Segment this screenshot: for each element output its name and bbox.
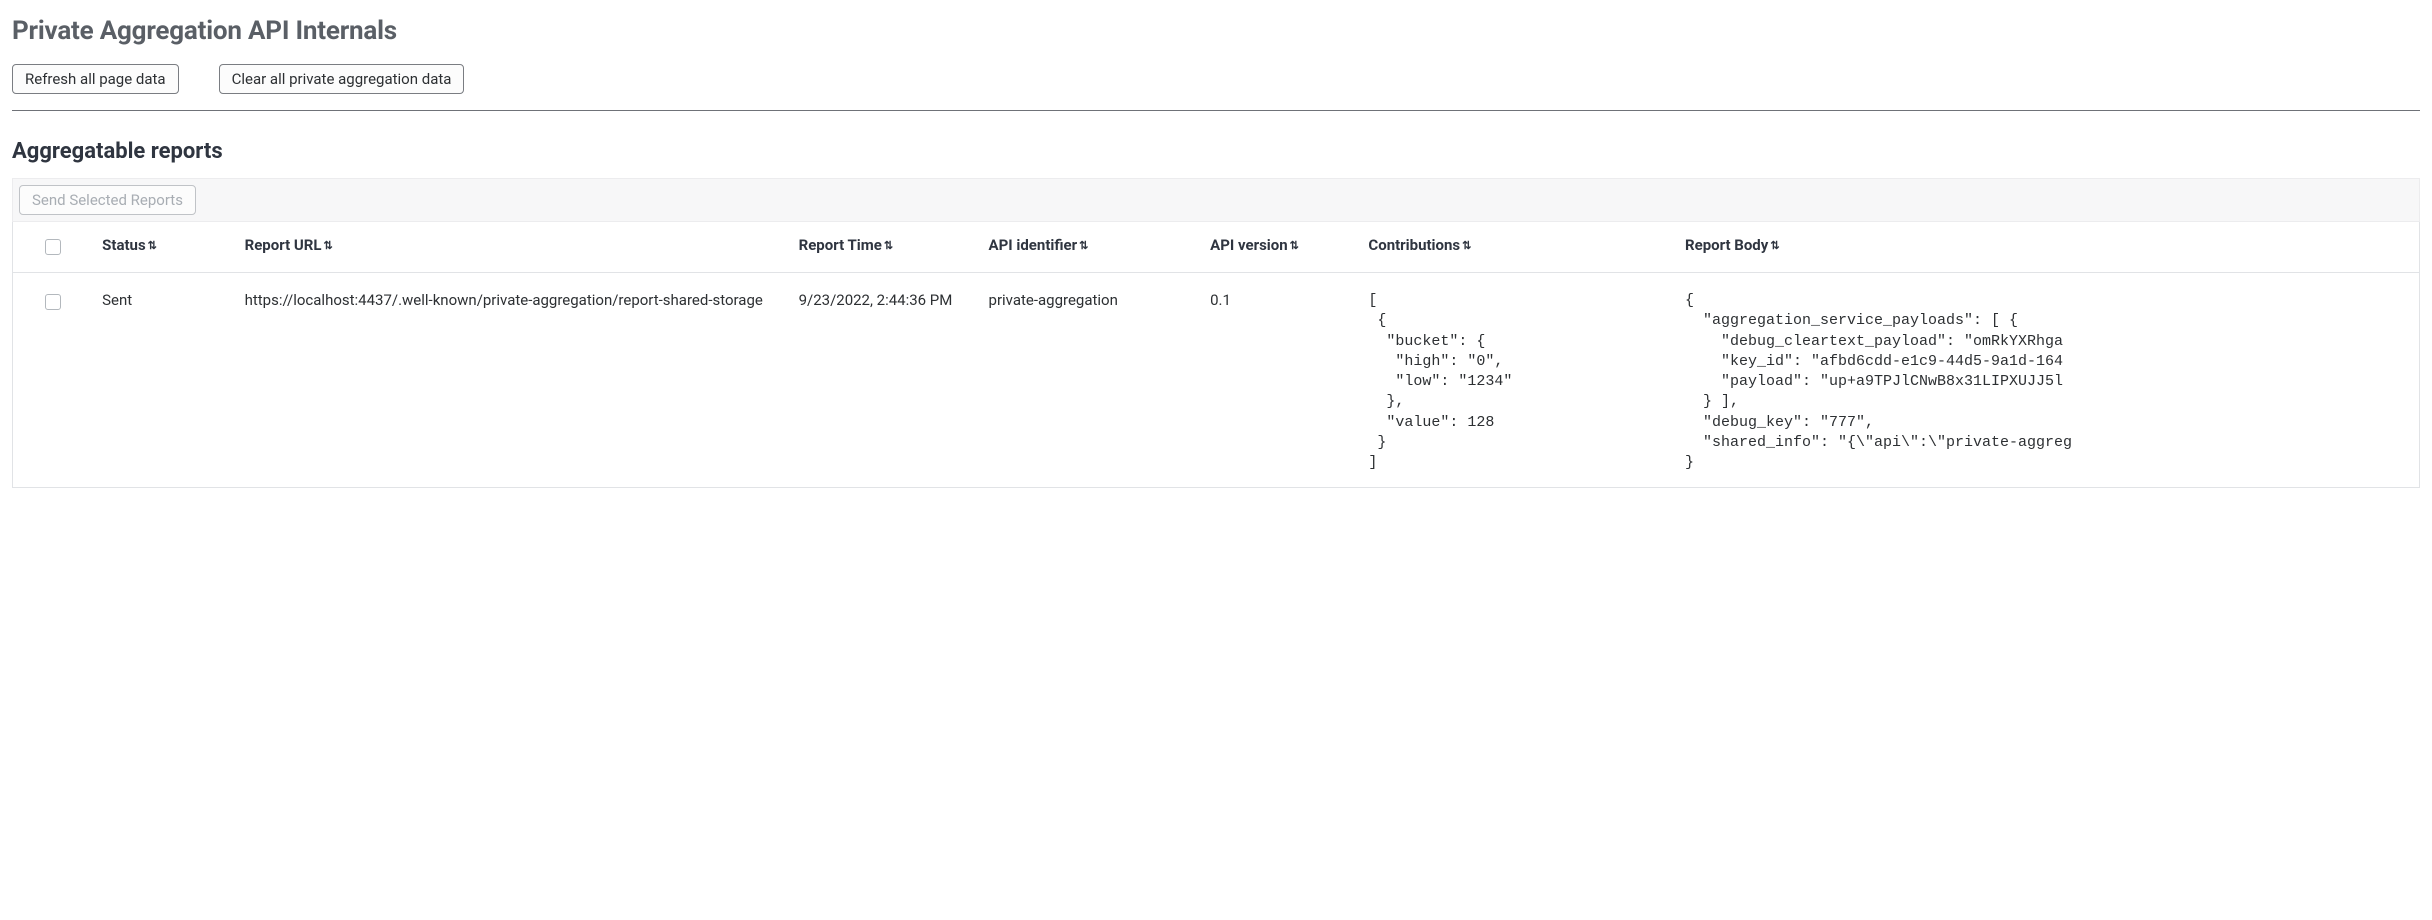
- column-label: Contributions: [1368, 236, 1460, 254]
- column-label: Report Body: [1685, 236, 1768, 254]
- column-header-report-body[interactable]: Report Body⇅: [1675, 222, 2419, 273]
- sort-icon: ⇅: [148, 240, 157, 251]
- row-checkbox[interactable]: [45, 294, 61, 310]
- sort-icon: ⇅: [323, 240, 332, 251]
- column-header-api-identifier[interactable]: API identifier⇅: [979, 222, 1201, 273]
- report-url-cell: https://localhost:4437/.well-known/priva…: [235, 273, 789, 488]
- report-body-json: { "aggregation_service_payloads": [ { "d…: [1685, 291, 2409, 473]
- column-header-report-time[interactable]: Report Time⇅: [789, 222, 979, 273]
- main-toolbar: Refresh all page data Clear all private …: [12, 64, 2420, 111]
- contributions-json: [ { "bucket": { "high": "0", "low": "123…: [1368, 291, 1665, 473]
- api-version-cell: 0.1: [1200, 273, 1358, 488]
- status-cell: Sent: [92, 273, 234, 488]
- column-header-report-url[interactable]: Report URL⇅: [235, 222, 789, 273]
- reports-table-container: Status⇅ Report URL⇅ Report Time⇅ API ide…: [12, 222, 2420, 488]
- column-label: Status: [102, 236, 146, 254]
- column-label: Report URL: [245, 236, 322, 254]
- column-label: API version: [1210, 236, 1288, 254]
- sort-icon: ⇅: [1290, 240, 1299, 251]
- report-body-cell: { "aggregation_service_payloads": [ { "d…: [1675, 273, 2419, 488]
- sort-icon: ⇅: [1462, 240, 1471, 251]
- contributions-cell: [ { "bucket": { "high": "0", "low": "123…: [1358, 273, 1675, 488]
- row-select-cell[interactable]: [13, 273, 92, 488]
- reports-table: Status⇅ Report URL⇅ Report Time⇅ API ide…: [13, 222, 2419, 487]
- column-label: API identifier: [989, 236, 1078, 254]
- table-header-row: Status⇅ Report URL⇅ Report Time⇅ API ide…: [13, 222, 2419, 273]
- sort-icon: ⇅: [1770, 240, 1779, 251]
- column-header-api-version[interactable]: API version⇅: [1200, 222, 1358, 273]
- sort-icon: ⇅: [1079, 240, 1088, 251]
- reports-toolbar: Send Selected Reports: [12, 178, 2420, 222]
- sort-icon: ⇅: [884, 240, 893, 251]
- column-header-status[interactable]: Status⇅: [92, 222, 234, 273]
- column-header-contributions[interactable]: Contributions⇅: [1358, 222, 1675, 273]
- column-header-select-all[interactable]: [13, 222, 92, 273]
- table-row: Sent https://localhost:4437/.well-known/…: [13, 273, 2419, 488]
- send-selected-reports-button[interactable]: Send Selected Reports: [19, 185, 196, 215]
- page-title: Private Aggregation API Internals: [12, 16, 2420, 46]
- column-label: Report Time: [799, 236, 882, 254]
- report-time-cell: 9/23/2022, 2:44:36 PM: [789, 273, 979, 488]
- aggregatable-reports-heading: Aggregatable reports: [12, 139, 2420, 164]
- select-all-checkbox[interactable]: [45, 239, 61, 255]
- api-identifier-cell: private-aggregation: [979, 273, 1201, 488]
- refresh-button[interactable]: Refresh all page data: [12, 64, 179, 94]
- clear-data-button[interactable]: Clear all private aggregation data: [219, 64, 465, 94]
